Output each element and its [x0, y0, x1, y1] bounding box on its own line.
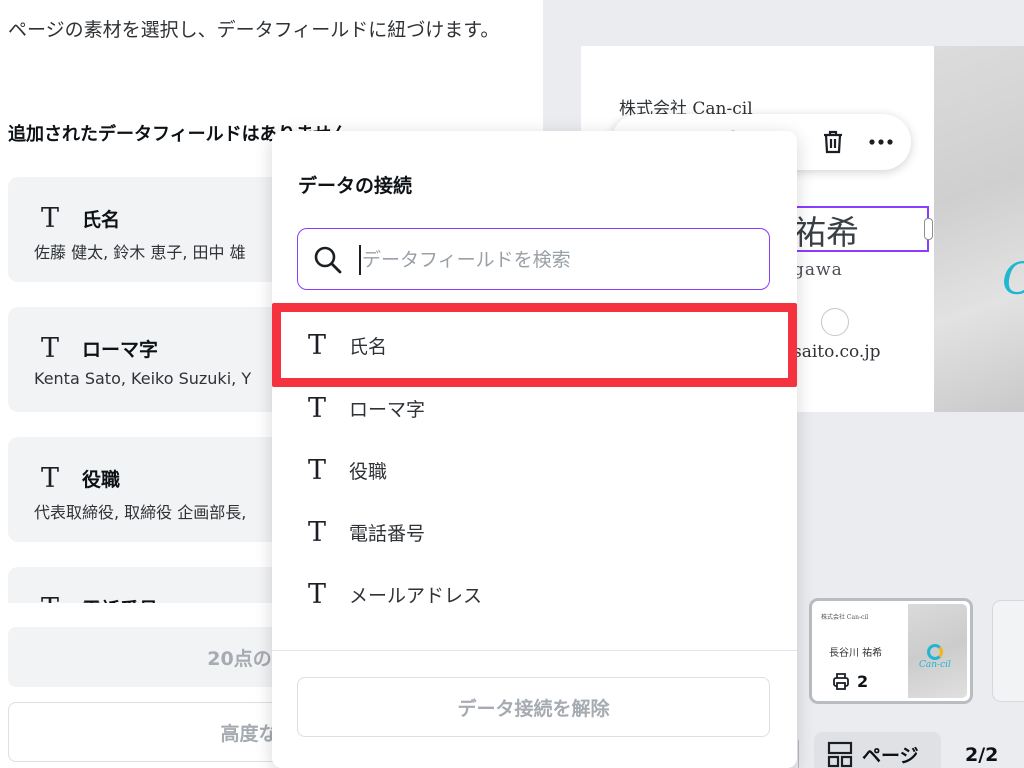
field-name: 役職 [82, 468, 121, 491]
search-box[interactable] [297, 228, 770, 290]
text-field-icon: T [40, 332, 59, 364]
romaji-text[interactable]: gawa [793, 260, 843, 280]
field-name: ローマ字 [82, 338, 159, 361]
grid-icon [827, 741, 853, 768]
selection-box [787, 206, 933, 252]
option-romaji[interactable]: T ローマ字 [272, 377, 797, 439]
page-count: 2/2 [965, 744, 999, 766]
field-name: 氏名 [82, 208, 121, 231]
field-values: 代表取締役, 取締役 企画部長, [34, 503, 247, 522]
logo-letter: C [1002, 254, 1024, 305]
thumbnail-preview: 株式会社 Can-cil 長谷川 祐希 Can-cil 2 [815, 604, 967, 698]
search-input[interactable] [362, 241, 752, 279]
option-label: 電話番号 [349, 522, 426, 545]
option-label: メールアドレス [349, 584, 483, 607]
text-field-icon: T [307, 329, 326, 361]
thumbnail-name: 長谷川 祐希 [829, 648, 883, 659]
field-values: Kenta Sato, Keiko Suzuki, Y [34, 369, 252, 388]
field-values: 佐藤 健太, 鈴木 恵子, 田中 雄 [34, 243, 246, 262]
next-page-thumbnail[interactable] [992, 600, 1024, 702]
thumbnail-logo-text: Can-cil [919, 660, 951, 670]
text-field-icon: T [307, 516, 326, 548]
option-label: ローマ字 [349, 398, 426, 421]
page-thumbnail[interactable]: 株式会社 Can-cil 長谷川 祐希 Can-cil 2 [809, 598, 973, 704]
popover-title: データの接続 [298, 175, 413, 197]
print-badge: 2 [831, 670, 869, 692]
printer-icon [833, 673, 849, 690]
logo-icon [927, 644, 943, 660]
option-name[interactable]: T 氏名 [272, 314, 797, 376]
pages-button[interactable]: ページ [814, 732, 941, 768]
text-field-icon: T [307, 578, 326, 610]
option-email[interactable]: T メールアドレス [272, 563, 797, 625]
text-field-icon: T [307, 454, 326, 486]
background-photo[interactable]: C [934, 46, 1024, 412]
text-field-icon: T [40, 202, 59, 234]
email-text[interactable]: saito.co.jp [793, 342, 880, 362]
divider [798, 740, 799, 768]
data-connect-popover: データの接続 T 氏名 T ローマ字 T 役職 T 電話番号 T メールアドレス… [272, 131, 797, 768]
more-icon[interactable] [867, 128, 895, 156]
search-icon [314, 246, 342, 274]
thumbnail-count: 2 [857, 671, 869, 691]
trash-icon[interactable] [819, 128, 847, 156]
option-label: 氏名 [349, 335, 388, 358]
popover-divider [272, 650, 797, 651]
text-caret [359, 245, 361, 275]
resize-handle[interactable] [924, 218, 933, 240]
option-title[interactable]: T 役職 [272, 439, 797, 501]
text-field-icon: T [40, 462, 59, 494]
text-field-icon: T [307, 392, 326, 424]
circle-element[interactable] [821, 308, 849, 336]
thumbnail-company: 株式会社 Can-cil [821, 614, 869, 621]
intro-text: ページの素材を選択し、データフィールドに紐づけます。 [8, 19, 500, 41]
pages-button-label: ページ [862, 744, 919, 767]
option-phone[interactable]: T 電話番号 [272, 501, 797, 563]
disconnect-data-button[interactable]: データ接続を解除 [297, 677, 770, 737]
option-label: 役職 [349, 460, 388, 483]
